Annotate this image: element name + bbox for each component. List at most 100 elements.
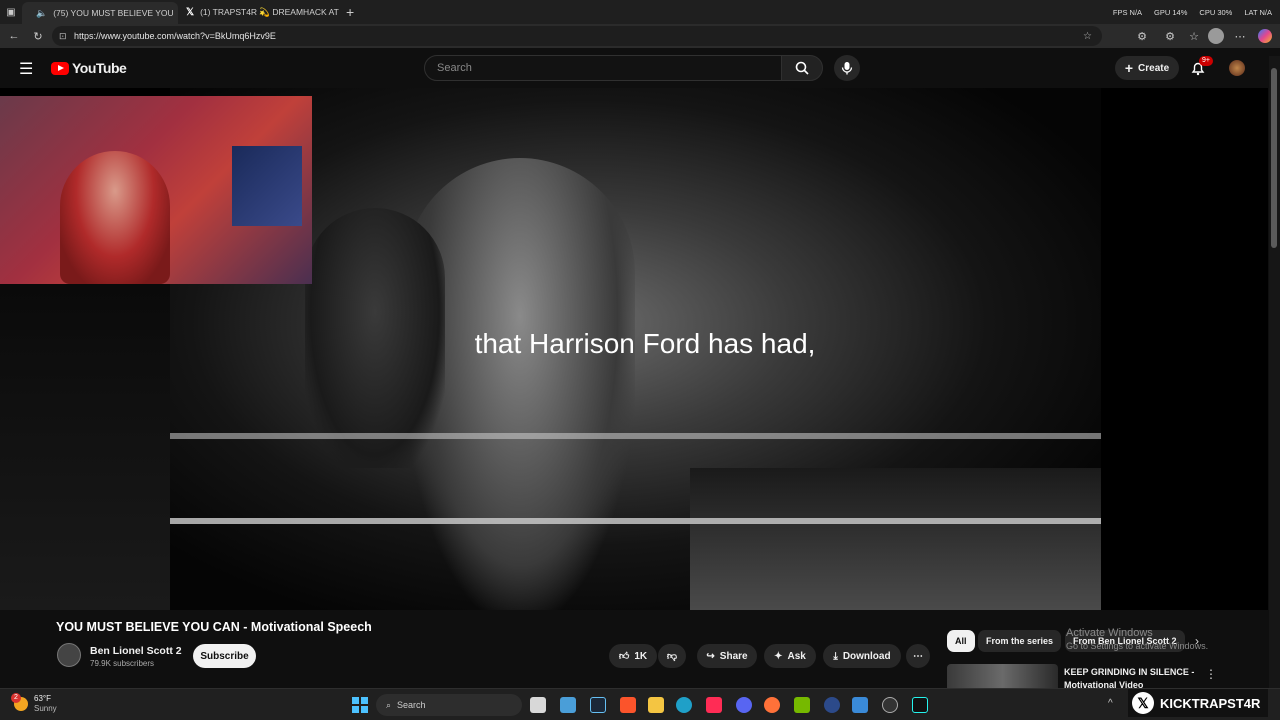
tray-chevron-icon[interactable]: ^ [1108, 698, 1113, 709]
ring-rope [170, 433, 1101, 439]
taskbar-search[interactable]: ⌕ Search [376, 694, 522, 716]
copilot-icon[interactable] [1258, 29, 1272, 43]
brave-icon[interactable] [620, 697, 636, 713]
more-menu-icon[interactable]: ⋯ [1232, 28, 1248, 44]
url-field[interactable]: ⊡ https://www.youtube.com/watch?v=BkUmq6… [52, 26, 1102, 46]
more-actions-button[interactable]: ⋯ [906, 644, 930, 668]
like-count: 1K [634, 650, 648, 662]
hamburger-menu-icon[interactable]: ☰ [19, 59, 33, 79]
streamer-figure [60, 151, 170, 284]
create-label: Create [1138, 62, 1170, 74]
tab-x[interactable]: 𝕏 (1) TRAPST4R 💫 DREAMHACK AT ✕ [178, 2, 342, 22]
caption-text: that Harrison Ford has had, [474, 328, 816, 359]
like-button[interactable]: 👍︎ 1K [609, 644, 657, 668]
back-icon[interactable]: ← [6, 28, 22, 44]
site-info-icon[interactable]: ⊡ [59, 31, 67, 42]
mute-icon[interactable]: 🔈 [36, 8, 47, 19]
favorite-star-icon[interactable]: ☆ [1083, 31, 1092, 42]
sparkle-icon: ✦ [774, 650, 783, 662]
settings-icon[interactable]: ⚙ [1162, 28, 1178, 44]
steam-icon[interactable] [590, 697, 606, 713]
youtube-play-icon [51, 61, 69, 75]
subscribe-button[interactable]: Subscribe [193, 644, 256, 668]
ring-rope [170, 518, 1101, 524]
app-icon[interactable] [824, 697, 840, 713]
download-button[interactable]: ⤓ Download [823, 644, 901, 668]
url-text: https://www.youtube.com/watch?v=BkUmq6Hz… [74, 31, 276, 41]
account-avatar[interactable] [1229, 60, 1245, 76]
video-title: YOU MUST BELIEVE YOU CAN - Motivational … [56, 620, 372, 634]
windows-start-icon[interactable] [352, 697, 368, 713]
stream-handle-text: KICKTRAPST4R [1160, 695, 1261, 711]
tab-youtube[interactable]: 🔈 (75) YOU MUST BELIEVE YOU ✕ [22, 2, 178, 24]
share-label: Share [719, 650, 748, 662]
extensions-icon[interactable]: ⚙ [1134, 28, 1150, 44]
browser-tab-strip: ▣ 🔈 (75) YOU MUST BELIEVE YOU ✕ 𝕏 (1) TR… [0, 0, 1280, 24]
recommendation-menu-icon[interactable]: ⋮ [1205, 667, 1217, 681]
share-button[interactable]: ↪ Share [697, 644, 757, 668]
discord-icon[interactable] [736, 697, 752, 713]
file-icon[interactable] [530, 697, 546, 713]
edge-icon[interactable] [676, 697, 692, 713]
ask-label: Ask [787, 650, 806, 662]
channel-name[interactable]: Ben Lionel Scott 2 [90, 645, 182, 657]
download-icon: ⤓ [833, 650, 838, 662]
tab-title: (75) YOU MUST BELIEVE YOU [53, 8, 174, 18]
tab-title: (1) TRAPST4R 💫 DREAMHACK AT [200, 6, 339, 17]
ask-button[interactable]: ✦ Ask [764, 644, 816, 668]
cpu-readout: CPU 30% [1199, 7, 1233, 17]
notepad-icon[interactable] [560, 697, 576, 713]
firefox-icon[interactable] [764, 697, 780, 713]
perf-stats: FPS N/A GPU 14% CPU 30% LAT N/A [1113, 0, 1272, 24]
app-icon[interactable] [852, 697, 868, 713]
lat-readout: LAT N/A [1244, 7, 1272, 17]
plus-icon: + [1124, 60, 1134, 76]
microphone-icon [841, 62, 853, 75]
x-favicon-icon: 𝕏 [186, 6, 195, 18]
notification-badge: 9+ [1199, 56, 1213, 66]
obs-icon[interactable] [882, 697, 898, 713]
voice-search-button[interactable] [834, 55, 860, 81]
new-tab-button[interactable]: + [346, 4, 354, 20]
weather-desc: Sunny [34, 704, 57, 713]
channel-avatar[interactable] [57, 643, 81, 667]
search-input[interactable]: Search [424, 55, 782, 81]
tiktok-icon[interactable] [912, 697, 928, 713]
youtube-logo[interactable]: YouTube [51, 60, 127, 76]
page-scrollbar[interactable] [1269, 56, 1280, 696]
tiktok-icon[interactable] [706, 697, 722, 713]
taskbar-search-label: Search [397, 700, 426, 710]
video-player[interactable]: that Harrison Ford has had, [0, 88, 1268, 610]
chip-from-series[interactable]: From the series [978, 630, 1062, 652]
download-label: Download [842, 650, 891, 662]
more-horizontal-icon: ⋯ [913, 650, 923, 662]
thumbs-down-icon: 👎︎ [666, 651, 678, 662]
weather-temp: 63°F [34, 694, 51, 703]
x-logo-icon: 𝕏 [1132, 692, 1154, 714]
share-icon: ↪ [706, 650, 715, 662]
poster-wall [232, 146, 302, 226]
recommendation-thumbnail[interactable] [947, 664, 1058, 688]
nvidia-icon[interactable] [794, 697, 810, 713]
activate-windows-watermark: Activate Windows Go to Settings to activ… [1066, 627, 1208, 653]
profile-avatar[interactable] [1208, 28, 1224, 44]
create-button[interactable]: + Create [1115, 56, 1179, 80]
tab-actions-icon[interactable]: ▣ [0, 7, 22, 18]
dislike-button[interactable]: 👎︎ [658, 644, 686, 668]
weather-widget[interactable]: 2 63°F Sunny [11, 693, 57, 714]
weather-badge: 2 [11, 693, 21, 703]
search-button[interactable] [781, 55, 823, 81]
webcam-overlay [0, 96, 312, 284]
stream-handle-overlay: 𝕏 KICKTRAPST4R [1128, 689, 1268, 717]
youtube-header: ☰ YouTube Search + Create 9+ [0, 48, 1280, 88]
search-placeholder: Search [437, 62, 472, 74]
windows-taskbar: 2 63°F Sunny ⌕ Search ^ 𝕏 KICKTRAPST4R [0, 688, 1280, 720]
crowd-area [690, 468, 1101, 610]
chip-all[interactable]: All [947, 630, 975, 652]
refresh-icon[interactable]: ↻ [30, 28, 46, 44]
folder-icon[interactable] [648, 697, 664, 713]
watermark-line-1: Activate Windows [1066, 627, 1153, 639]
notifications-button[interactable]: 9+ [1190, 56, 1213, 78]
favorites-icon[interactable]: ☆ [1186, 28, 1202, 44]
scrollbar-thumb[interactable] [1271, 68, 1277, 248]
